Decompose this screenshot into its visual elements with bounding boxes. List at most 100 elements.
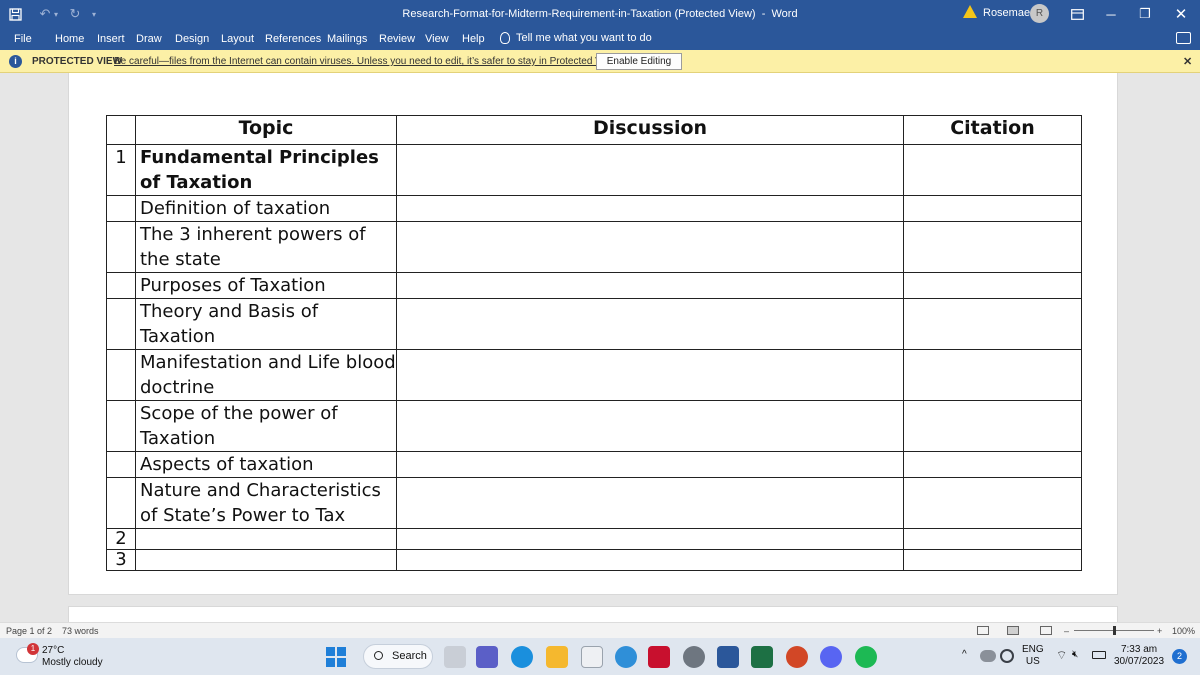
mcafee-icon[interactable] <box>648 646 670 668</box>
topic-cell[interactable]: Manifestation and Life blood doctrine <box>135 349 397 401</box>
citation-cell[interactable] <box>903 195 1082 222</box>
ribbon-display-options-icon[interactable] <box>1060 0 1094 28</box>
language-indicator[interactable]: ENG US <box>1022 644 1044 668</box>
topic-cell[interactable]: The 3 inherent powers of the state <box>135 221 397 273</box>
header-discussion[interactable]: Discussion <box>396 115 904 145</box>
notification-badge[interactable]: 2 <box>1172 649 1187 664</box>
discussion-cell[interactable] <box>396 477 904 529</box>
row-number[interactable] <box>106 221 136 273</box>
discussion-cell[interactable] <box>396 451 904 478</box>
battery-icon[interactable] <box>1092 651 1106 659</box>
row-number[interactable] <box>106 349 136 401</box>
web-layout-icon[interactable] <box>1040 626 1052 635</box>
onedrive-icon[interactable] <box>980 650 996 662</box>
row-number[interactable]: 3 <box>106 549 136 571</box>
tell-me-search[interactable]: Tell me what you want to do <box>500 32 652 44</box>
topic-cell[interactable]: Fundamental Principles of Taxation <box>135 144 397 196</box>
tab-layout[interactable]: Layout <box>221 33 254 45</box>
citation-cell[interactable] <box>903 451 1082 478</box>
citation-cell[interactable] <box>903 400 1082 452</box>
header-number[interactable] <box>106 115 136 145</box>
row-number[interactable] <box>106 272 136 299</box>
row-number[interactable]: 2 <box>106 528 136 550</box>
citation-cell[interactable] <box>903 221 1082 273</box>
citation-cell[interactable] <box>903 549 1082 571</box>
settings-gear-icon[interactable] <box>683 646 705 668</box>
citation-cell[interactable] <box>903 272 1082 299</box>
show-hidden-icons-icon[interactable]: ^ <box>962 649 967 661</box>
tab-review[interactable]: Review <box>379 33 415 45</box>
powerpoint-icon[interactable] <box>786 646 808 668</box>
row-number[interactable] <box>106 298 136 350</box>
tab-references[interactable]: References <box>265 33 321 45</box>
row-number[interactable] <box>106 477 136 529</box>
tab-view[interactable]: View <box>425 33 449 45</box>
page-count[interactable]: Page 1 of 2 <box>6 626 52 636</box>
discussion-cell[interactable] <box>396 400 904 452</box>
tab-draw[interactable]: Draw <box>136 33 162 45</box>
protected-view-message[interactable]: Be careful—files from the Internet can c… <box>114 56 619 67</box>
row-number[interactable] <box>106 400 136 452</box>
start-windows-icon[interactable] <box>326 647 346 667</box>
row-number[interactable] <box>106 451 136 478</box>
topic-cell[interactable] <box>135 528 397 550</box>
discussion-cell[interactable] <box>396 528 904 550</box>
discussion-cell[interactable] <box>396 349 904 401</box>
sync-icon[interactable] <box>1000 649 1014 663</box>
teams-icon[interactable] <box>476 646 498 668</box>
topic-cell[interactable] <box>135 549 397 571</box>
task-view-icon[interactable] <box>444 646 466 668</box>
restore-icon[interactable]: ❐ <box>1128 0 1162 28</box>
enable-editing-button[interactable]: Enable Editing <box>596 53 682 70</box>
tab-insert[interactable]: Insert <box>97 33 125 45</box>
citation-cell[interactable] <box>903 144 1082 196</box>
close-icon[interactable]: ✕ <box>1164 0 1198 28</box>
word-icon[interactable] <box>717 646 739 668</box>
document-page[interactable]: Topic Discussion Citation 1 Fundamental … <box>68 73 1118 595</box>
topics-table[interactable]: Topic Discussion Citation 1 Fundamental … <box>106 115 1082 571</box>
microsoft-store-icon[interactable] <box>581 646 603 668</box>
zoom-slider-thumb[interactable] <box>1113 626 1116 635</box>
browser-icon[interactable] <box>615 646 637 668</box>
wifi-icon[interactable]: ⌔ <box>1056 649 1067 661</box>
tab-file[interactable]: File <box>14 33 32 45</box>
read-mode-icon[interactable] <box>977 626 989 635</box>
topic-cell[interactable]: Scope of the power of Taxation <box>135 400 397 452</box>
citation-cell[interactable] <box>903 349 1082 401</box>
topic-cell[interactable]: Nature and Characteristics of State’s Po… <box>135 477 397 529</box>
discussion-cell[interactable] <box>396 221 904 273</box>
zoom-out-button[interactable]: – <box>1064 626 1069 636</box>
document-page-2[interactable] <box>68 606 1118 622</box>
tab-help[interactable]: Help <box>462 33 485 45</box>
file-explorer-icon[interactable] <box>546 646 568 668</box>
discord-icon[interactable] <box>820 646 842 668</box>
topic-cell[interactable]: Aspects of taxation <box>135 451 397 478</box>
discussion-cell[interactable] <box>396 549 904 571</box>
header-topic[interactable]: Topic <box>135 115 397 145</box>
tab-mailings[interactable]: Mailings <box>327 33 367 45</box>
discussion-cell[interactable] <box>396 195 904 222</box>
zoom-level[interactable]: 100% <box>1172 626 1195 636</box>
row-number[interactable]: 1 <box>106 144 136 196</box>
close-bar-icon[interactable]: ✕ <box>1183 55 1192 68</box>
discussion-cell[interactable] <box>396 272 904 299</box>
user-name[interactable]: Rosemae <box>983 7 1030 19</box>
word-count[interactable]: 73 words <box>62 626 99 636</box>
citation-cell[interactable] <box>903 477 1082 529</box>
document-area[interactable]: Topic Discussion Citation 1 Fundamental … <box>0 73 1200 622</box>
tab-home[interactable]: Home <box>55 33 84 45</box>
tab-design[interactable]: Design <box>175 33 209 45</box>
spotify-icon[interactable] <box>855 646 877 668</box>
zoom-in-button[interactable]: + <box>1157 626 1162 636</box>
row-number[interactable] <box>106 195 136 222</box>
discussion-cell[interactable] <box>396 144 904 196</box>
comments-icon[interactable] <box>1176 32 1191 44</box>
topic-cell[interactable]: Definition of taxation <box>135 195 397 222</box>
citation-cell[interactable] <box>903 528 1082 550</box>
excel-icon[interactable] <box>751 646 773 668</box>
header-citation[interactable]: Citation <box>903 115 1082 145</box>
edge-icon[interactable] <box>511 646 533 668</box>
clock[interactable]: 7:33 am 30/07/2023 <box>1114 644 1164 668</box>
topic-cell[interactable]: Theory and Basis of Taxation <box>135 298 397 350</box>
discussion-cell[interactable] <box>396 298 904 350</box>
